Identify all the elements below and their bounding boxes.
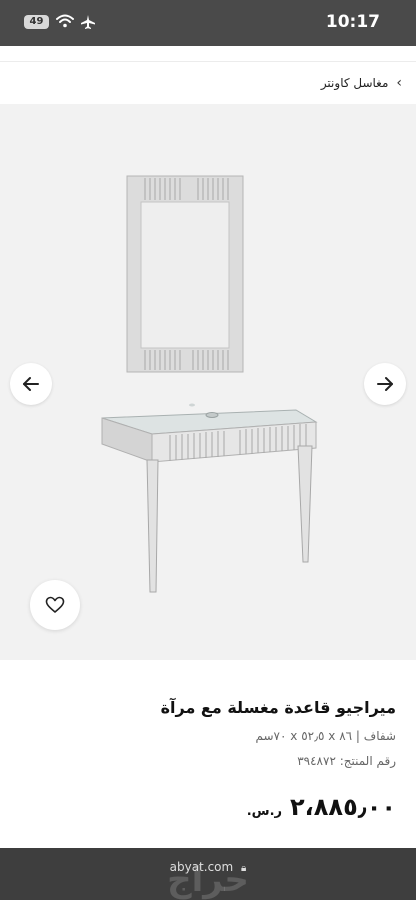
breadcrumb-label[interactable]: مغاسل كاونتر: [321, 76, 389, 90]
status-bar: 49 10:17: [0, 0, 416, 46]
status-time: 10:17: [325, 12, 380, 32]
airplane-icon: [81, 15, 95, 29]
wishlist-button[interactable]: [30, 580, 80, 630]
price-amount: ٢،٨٨٥٫٠٠: [290, 793, 396, 821]
price-currency: ر.س.: [246, 804, 283, 819]
battery-indicator: 49: [24, 15, 49, 29]
chevron-left-icon[interactable]: ‹: [396, 75, 402, 91]
product-specs: شفاف | ٨٦ x ٥٢٫٥ x ٧٠سم: [255, 729, 397, 743]
header-strip: [0, 46, 416, 62]
product-image: [101, 175, 318, 593]
gallery-prev-button[interactable]: [10, 363, 52, 405]
price-row: ٢،٨٨٥٫٠٠ ر.س.: [247, 793, 396, 821]
url-bar[interactable]: abyat.com 🔒︎: [0, 860, 416, 874]
breadcrumb[interactable]: مغاسل كاونتر ‹: [0, 62, 416, 104]
heart-icon: [45, 596, 65, 613]
arrow-left-icon: [23, 377, 39, 391]
arrow-right-icon: [377, 377, 393, 391]
product-gallery: [0, 104, 416, 660]
lock-icon: 🔒︎: [241, 863, 247, 874]
gallery-next-button[interactable]: [364, 363, 406, 405]
wifi-icon: [56, 14, 74, 28]
product-title: ميراجيو قاعدة مغسلة مع مرآة: [160, 698, 396, 717]
product-sku: رقم المنتج: ٣٩٤٨٧٢: [297, 754, 396, 768]
url-text[interactable]: abyat.com: [170, 860, 234, 874]
